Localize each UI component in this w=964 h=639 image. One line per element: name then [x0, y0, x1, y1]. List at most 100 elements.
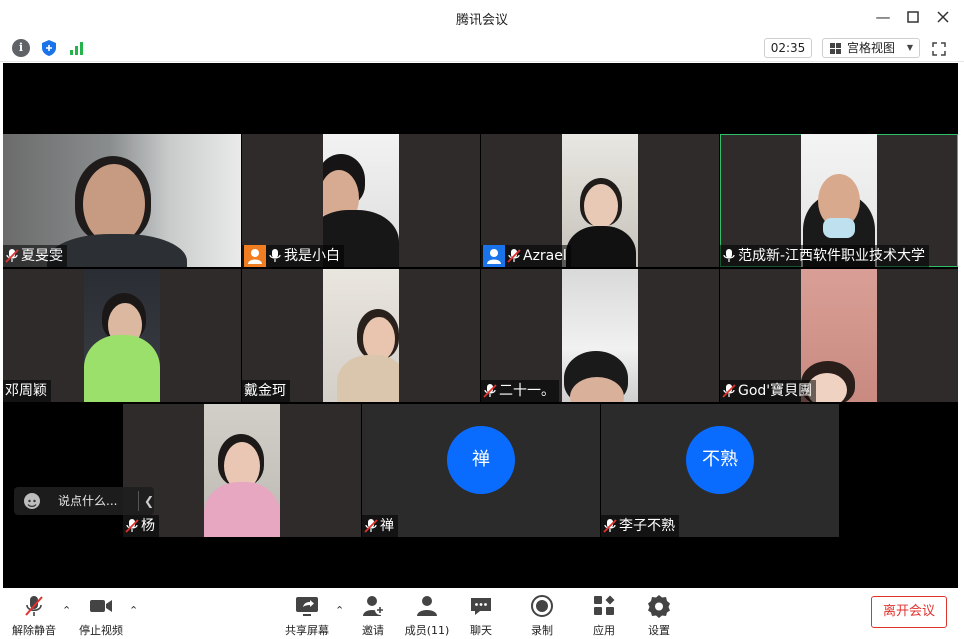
camera-icon: [88, 594, 114, 618]
add-user-icon: [360, 594, 386, 618]
participant-nameplate: 范成新-江西软件职业技术大学: [720, 245, 930, 267]
video-tile[interactable]: 二十一。: [481, 269, 719, 402]
mic-muted-icon: [507, 248, 521, 264]
video-tile[interactable]: 邓周颖: [3, 269, 241, 402]
chevron-up-icon[interactable]: ⌃: [129, 604, 138, 617]
participant-video: [204, 404, 280, 537]
members-label: 成员(11): [404, 624, 450, 637]
share-screen-label: 共享屏幕: [285, 624, 329, 637]
apps-icon: [591, 594, 617, 618]
fullscreen-icon[interactable]: [932, 41, 946, 56]
settings-label: 设置: [648, 624, 670, 637]
video-tile[interactable]: 不熟 李子不熟: [601, 404, 839, 537]
participant-nameplate: Azrael: [481, 245, 571, 267]
mic-muted-icon: [5, 248, 19, 264]
share-screen-icon: [294, 594, 320, 618]
participant-name: 李子不熟: [619, 518, 675, 534]
participant-nameplate: 我是小白: [242, 245, 344, 267]
chat-button[interactable]: 聊天: [453, 594, 509, 637]
view-mode-label: 宫格视图: [847, 41, 896, 55]
video-tile[interactable]: 禅 禅: [362, 404, 600, 537]
window-title: 腾讯会议: [455, 13, 508, 28]
gear-icon: [646, 594, 672, 618]
view-mode-dropdown[interactable]: 宫格视图 ▼: [822, 38, 920, 58]
leave-meeting-button[interactable]: 离开会议: [871, 596, 947, 628]
meeting-timer: 02:35: [764, 38, 812, 58]
video-tile[interactable]: Azrael: [481, 134, 719, 267]
divider: [138, 491, 139, 511]
control-bar: 解除静音 ⌃ 停止视频 ⌃ 共享屏幕 ⌃ 邀请 成员(11) 聊天 录制 应用 …: [0, 588, 964, 639]
unmute-label: 解除静音: [12, 624, 56, 637]
chevron-down-icon: ▼: [906, 43, 913, 52]
title-bar: 腾讯会议 —: [0, 0, 964, 34]
participant-nameplate: 夏旻雯: [3, 245, 67, 267]
meeting-window: 腾讯会议 — i 02:35 宫格视图 ▼ 夏旻雯 我是小白 Azrael 范成…: [0, 0, 964, 639]
members-icon: [414, 594, 440, 618]
mic-muted-icon: [722, 383, 736, 399]
chevron-up-icon[interactable]: ⌃: [335, 604, 344, 617]
video-tile[interactable]: 我是小白: [242, 134, 480, 267]
stop-video-button[interactable]: 停止视频: [73, 594, 129, 637]
participant-nameplate: 戴金珂: [242, 380, 290, 402]
minimize-icon[interactable]: —: [872, 6, 894, 28]
invite-label: 邀请: [362, 624, 384, 637]
mic-icon: [722, 248, 736, 264]
settings-button[interactable]: 设置: [631, 594, 687, 637]
record-label: 录制: [531, 624, 553, 637]
video-tile[interactable]: 杨: [123, 404, 361, 537]
participant-name: 禅: [380, 518, 394, 534]
participant-name: 戴金珂: [244, 383, 286, 399]
chat-placeholder: 说点什么...: [58, 494, 118, 508]
participant-name: 夏旻雯: [21, 248, 63, 264]
user-avatar-icon: [244, 245, 266, 267]
grid-view-icon: [830, 43, 841, 54]
participant-nameplate: 二十一。: [481, 380, 559, 402]
participant-name: 二十一。: [499, 383, 555, 399]
participant-name: 我是小白: [284, 248, 340, 264]
participant-name: God'寶貝團: [738, 383, 813, 399]
emoji-icon[interactable]: [24, 493, 40, 509]
record-button[interactable]: 录制: [514, 594, 570, 637]
record-icon: [529, 594, 555, 618]
participant-name: 邓周颖: [5, 383, 47, 399]
participant-name: 杨: [141, 518, 155, 534]
info-icon[interactable]: i: [12, 39, 30, 57]
share-screen-button[interactable]: 共享屏幕: [279, 594, 335, 637]
chevron-up-icon[interactable]: ⌃: [62, 604, 71, 617]
close-icon[interactable]: [932, 6, 954, 28]
maximize-icon[interactable]: [902, 6, 924, 28]
chat-quick-input[interactable]: 说点什么... ❮: [14, 487, 154, 515]
mic-icon: [268, 248, 282, 264]
participant-video: [562, 269, 638, 402]
shield-icon[interactable]: [40, 39, 58, 57]
meeting-toolbar: i 02:35 宫格视图 ▼: [0, 34, 964, 62]
mic-muted-icon: [21, 594, 47, 618]
unmute-button[interactable]: 解除静音: [6, 594, 62, 637]
mic-muted-icon: [603, 518, 617, 534]
invite-button[interactable]: 邀请: [345, 594, 401, 637]
stop-video-label: 停止视频: [79, 624, 123, 637]
mic-muted-icon: [483, 383, 497, 399]
user-avatar-icon: [483, 245, 505, 267]
participant-name: 范成新-江西软件职业技术大学: [738, 248, 926, 264]
chat-label: 聊天: [470, 624, 492, 637]
apps-button[interactable]: 应用: [576, 594, 632, 637]
video-tile[interactable]: God'寶貝團: [720, 269, 958, 402]
mic-muted-icon: [364, 518, 378, 534]
mic-muted-icon: [125, 518, 139, 534]
participant-nameplate: God'寶貝團: [720, 380, 817, 402]
video-tile-active-speaker[interactable]: 范成新-江西软件职业技术大学: [720, 134, 958, 267]
signal-icon[interactable]: [68, 39, 86, 57]
participant-nameplate: 杨: [123, 515, 159, 537]
participant-video: [323, 269, 399, 402]
video-tile[interactable]: 夏旻雯: [3, 134, 241, 267]
participant-avatar: 不熟: [686, 426, 754, 494]
participant-video: [84, 269, 160, 402]
apps-label: 应用: [593, 624, 615, 637]
video-tile[interactable]: 戴金珂: [242, 269, 480, 402]
participant-name: Azrael: [523, 248, 567, 264]
members-button[interactable]: 成员(11): [399, 594, 455, 637]
chevron-left-icon[interactable]: ❮: [144, 487, 154, 515]
chat-icon: [468, 594, 494, 618]
participant-avatar: 禅: [447, 426, 515, 494]
